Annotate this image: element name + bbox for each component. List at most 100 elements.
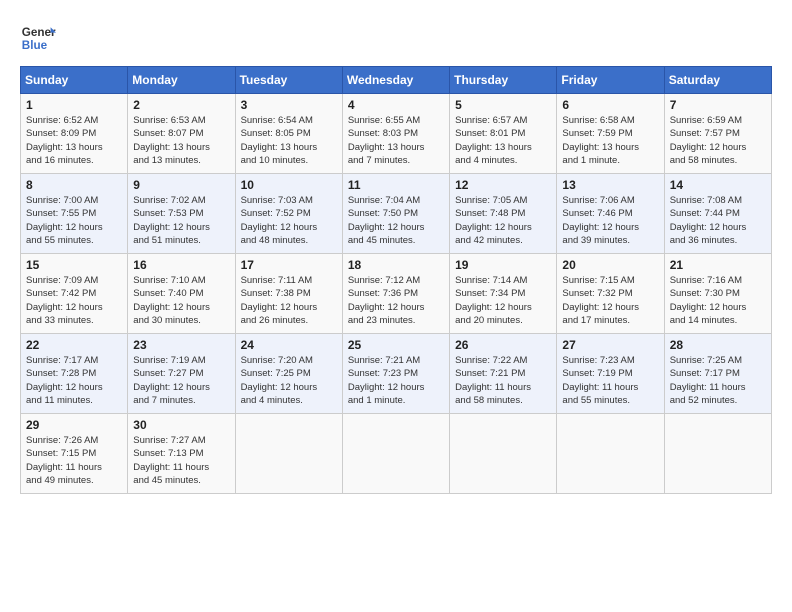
day-number: 12 [455,178,551,192]
general-blue-logo-icon: General Blue [20,20,56,56]
day-number: 2 [133,98,229,112]
day-number: 3 [241,98,337,112]
calendar-day-cell: 2 Sunrise: 6:53 AM Sunset: 8:07 PM Daylig… [128,94,235,174]
day-number: 18 [348,258,444,272]
day-number: 24 [241,338,337,352]
day-info: Sunrise: 7:14 AM Sunset: 7:34 PM Dayligh… [455,274,551,327]
day-info: Sunrise: 7:16 AM Sunset: 7:30 PM Dayligh… [670,274,766,327]
day-number: 5 [455,98,551,112]
calendar-day-cell: 19 Sunrise: 7:14 AM Sunset: 7:34 PM Dayli… [450,254,557,334]
day-number: 14 [670,178,766,192]
calendar-day-cell: 9 Sunrise: 7:02 AM Sunset: 7:53 PM Daylig… [128,174,235,254]
calendar-day-cell: 11 Sunrise: 7:04 AM Sunset: 7:50 PM Dayli… [342,174,449,254]
day-number: 15 [26,258,122,272]
day-number: 4 [348,98,444,112]
calendar-header: SundayMondayTuesdayWednesdayThursdayFrid… [21,67,772,94]
weekday-header-wednesday: Wednesday [342,67,449,94]
calendar-day-cell: 7 Sunrise: 6:59 AM Sunset: 7:57 PM Daylig… [664,94,771,174]
day-info: Sunrise: 6:53 AM Sunset: 8:07 PM Dayligh… [133,114,229,167]
day-number: 27 [562,338,658,352]
calendar-table: SundayMondayTuesdayWednesdayThursdayFrid… [20,66,772,494]
calendar-day-cell: 3 Sunrise: 6:54 AM Sunset: 8:05 PM Daylig… [235,94,342,174]
day-number: 20 [562,258,658,272]
day-number: 8 [26,178,122,192]
calendar-day-cell: 29Sunrise: 7:26 AM Sunset: 7:15 PM Dayli… [21,414,128,494]
calendar-week-row: 29Sunrise: 7:26 AM Sunset: 7:15 PM Dayli… [21,414,772,494]
day-info: Sunrise: 7:15 AM Sunset: 7:32 PM Dayligh… [562,274,658,327]
day-info: Sunrise: 7:27 AM Sunset: 7:13 PM Dayligh… [133,434,229,487]
day-info: Sunrise: 6:55 AM Sunset: 8:03 PM Dayligh… [348,114,444,167]
day-info: Sunrise: 7:08 AM Sunset: 7:44 PM Dayligh… [670,194,766,247]
day-number: 7 [670,98,766,112]
logo: General Blue [20,20,56,56]
day-info: Sunrise: 6:57 AM Sunset: 8:01 PM Dayligh… [455,114,551,167]
day-number: 13 [562,178,658,192]
calendar-day-cell [664,414,771,494]
day-number: 9 [133,178,229,192]
day-number: 26 [455,338,551,352]
day-info: Sunrise: 7:19 AM Sunset: 7:27 PM Dayligh… [133,354,229,407]
calendar-day-cell: 5 Sunrise: 6:57 AM Sunset: 8:01 PM Daylig… [450,94,557,174]
calendar-day-cell [557,414,664,494]
day-info: Sunrise: 7:10 AM Sunset: 7:40 PM Dayligh… [133,274,229,327]
calendar-day-cell [342,414,449,494]
calendar-day-cell: 27 Sunrise: 7:23 AM Sunset: 7:19 PM Dayli… [557,334,664,414]
calendar-day-cell: 22 Sunrise: 7:17 AM Sunset: 7:28 PM Dayli… [21,334,128,414]
day-info: Sunrise: 7:17 AM Sunset: 7:28 PM Dayligh… [26,354,122,407]
weekday-header-saturday: Saturday [664,67,771,94]
calendar-day-cell: 10Sunrise: 7:03 AM Sunset: 7:52 PM Dayli… [235,174,342,254]
day-number: 6 [562,98,658,112]
calendar-day-cell: 28 Sunrise: 7:25 AM Sunset: 7:17 PM Dayli… [664,334,771,414]
day-number: 28 [670,338,766,352]
calendar-day-cell: 21 Sunrise: 7:16 AM Sunset: 7:30 PM Dayli… [664,254,771,334]
page-header: General Blue [20,20,772,56]
calendar-week-row: 22 Sunrise: 7:17 AM Sunset: 7:28 PM Dayli… [21,334,772,414]
day-info: Sunrise: 7:04 AM Sunset: 7:50 PM Dayligh… [348,194,444,247]
day-info: Sunrise: 7:25 AM Sunset: 7:17 PM Dayligh… [670,354,766,407]
day-number: 16 [133,258,229,272]
calendar-day-cell: 12 Sunrise: 7:05 AM Sunset: 7:48 PM Dayli… [450,174,557,254]
calendar-day-cell: 4 Sunrise: 6:55 AM Sunset: 8:03 PM Daylig… [342,94,449,174]
calendar-day-cell: 23Sunrise: 7:19 AM Sunset: 7:27 PM Dayli… [128,334,235,414]
calendar-week-row: 1Sunrise: 6:52 AM Sunset: 8:09 PM Daylig… [21,94,772,174]
calendar-week-row: 15Sunrise: 7:09 AM Sunset: 7:42 PM Dayli… [21,254,772,334]
weekday-header-tuesday: Tuesday [235,67,342,94]
calendar-body: 1Sunrise: 6:52 AM Sunset: 8:09 PM Daylig… [21,94,772,494]
calendar-day-cell: 17Sunrise: 7:11 AM Sunset: 7:38 PM Dayli… [235,254,342,334]
calendar-day-cell: 16 Sunrise: 7:10 AM Sunset: 7:40 PM Dayli… [128,254,235,334]
day-number: 11 [348,178,444,192]
day-number: 22 [26,338,122,352]
day-info: Sunrise: 7:05 AM Sunset: 7:48 PM Dayligh… [455,194,551,247]
day-info: Sunrise: 7:12 AM Sunset: 7:36 PM Dayligh… [348,274,444,327]
weekday-header-friday: Friday [557,67,664,94]
day-number: 17 [241,258,337,272]
day-number: 1 [26,98,122,112]
calendar-day-cell: 25 Sunrise: 7:21 AM Sunset: 7:23 PM Dayli… [342,334,449,414]
calendar-day-cell: 6Sunrise: 6:58 AM Sunset: 7:59 PM Daylig… [557,94,664,174]
calendar-day-cell: 30 Sunrise: 7:27 AM Sunset: 7:13 PM Dayli… [128,414,235,494]
day-number: 25 [348,338,444,352]
weekday-header-sunday: Sunday [21,67,128,94]
day-number: 30 [133,418,229,432]
calendar-day-cell: 13 Sunrise: 7:06 AM Sunset: 7:46 PM Dayli… [557,174,664,254]
day-number: 21 [670,258,766,272]
day-number: 19 [455,258,551,272]
day-info: Sunrise: 7:06 AM Sunset: 7:46 PM Dayligh… [562,194,658,247]
calendar-day-cell [450,414,557,494]
calendar-day-cell: 24 Sunrise: 7:20 AM Sunset: 7:25 PM Dayli… [235,334,342,414]
day-info: Sunrise: 7:03 AM Sunset: 7:52 PM Dayligh… [241,194,337,247]
day-info: Sunrise: 7:02 AM Sunset: 7:53 PM Dayligh… [133,194,229,247]
day-info: Sunrise: 7:21 AM Sunset: 7:23 PM Dayligh… [348,354,444,407]
calendar-day-cell: 20 Sunrise: 7:15 AM Sunset: 7:32 PM Dayli… [557,254,664,334]
weekday-header-monday: Monday [128,67,235,94]
day-info: Sunrise: 7:23 AM Sunset: 7:19 PM Dayligh… [562,354,658,407]
calendar-day-cell: 8 Sunrise: 7:00 AM Sunset: 7:55 PM Daylig… [21,174,128,254]
day-info: Sunrise: 6:54 AM Sunset: 8:05 PM Dayligh… [241,114,337,167]
day-info: Sunrise: 7:20 AM Sunset: 7:25 PM Dayligh… [241,354,337,407]
calendar-day-cell: 1Sunrise: 6:52 AM Sunset: 8:09 PM Daylig… [21,94,128,174]
calendar-day-cell: 14 Sunrise: 7:08 AM Sunset: 7:44 PM Dayli… [664,174,771,254]
calendar-day-cell [235,414,342,494]
day-info: Sunrise: 6:59 AM Sunset: 7:57 PM Dayligh… [670,114,766,167]
calendar-day-cell: 15Sunrise: 7:09 AM Sunset: 7:42 PM Dayli… [21,254,128,334]
day-info: Sunrise: 7:00 AM Sunset: 7:55 PM Dayligh… [26,194,122,247]
